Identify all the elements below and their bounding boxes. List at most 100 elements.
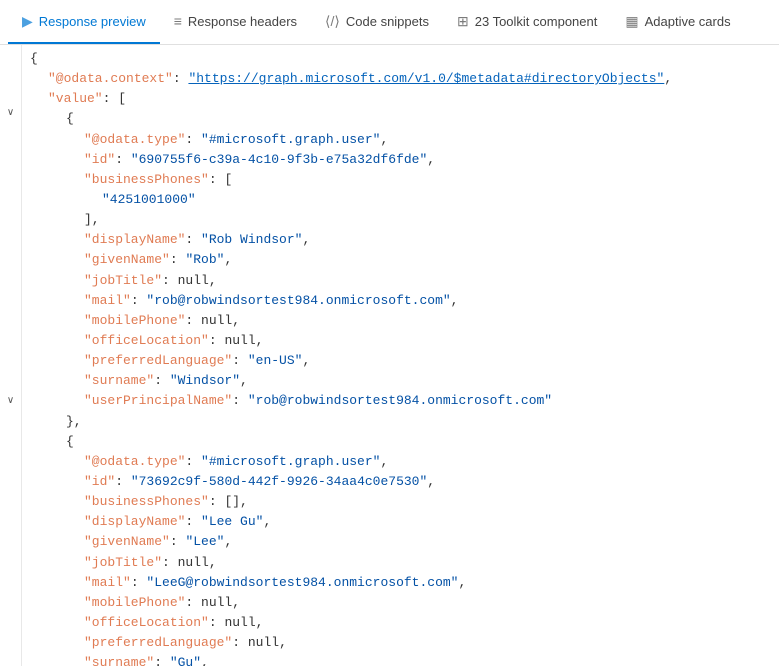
json-key: "id" — [84, 472, 115, 492]
gutter-chevron-row — [0, 121, 21, 139]
json-key: "businessPhones" — [84, 170, 209, 190]
bracket: { — [30, 49, 38, 69]
gutter-chevron-row — [0, 67, 21, 85]
json-line: "officeLocation": null, — [30, 331, 779, 351]
tab-response-preview[interactable]: ▶ Response preview — [8, 0, 160, 44]
tab-toolkit-component-label: 23 Toolkit component — [475, 14, 598, 29]
gutter-chevron-row — [0, 175, 21, 193]
json-value: "en-US" — [248, 351, 303, 371]
json-key: "mobilePhone" — [84, 311, 185, 331]
json-value: "Windsor" — [170, 371, 240, 391]
json-null-value: null — [248, 633, 279, 653]
chevron-down-icon: ∨ — [7, 395, 14, 406]
json-line: "@odata.context": "https://graph.microso… — [30, 69, 779, 89]
json-value: "rob@robwindsortest984.onmicrosoft.com" — [248, 391, 552, 411]
json-bracket: [ — [224, 170, 232, 190]
json-line: "businessPhones": [ — [30, 170, 779, 190]
json-line: "businessPhones": [], — [30, 492, 779, 512]
gutter-chevron-row — [0, 481, 21, 499]
tab-code-snippets-label: Code snippets — [346, 14, 429, 29]
bracket: { — [66, 109, 74, 129]
json-value: "Rob" — [185, 250, 224, 270]
json-line: "userPrincipalName": "rob@robwindsortest… — [30, 391, 779, 411]
json-line: "surname": "Windsor", — [30, 371, 779, 391]
tab-response-preview-label: Response preview — [39, 14, 146, 29]
json-line: "value": [ — [30, 89, 779, 109]
json-null-value: null — [178, 553, 209, 573]
json-line: "@odata.type": "#microsoft.graph.user", — [30, 452, 779, 472]
json-key: "mail" — [84, 291, 131, 311]
json-line: "displayName": "Lee Gu", — [30, 512, 779, 532]
gutter-chevron-row — [0, 265, 21, 283]
json-value: "#microsoft.graph.user" — [201, 452, 380, 472]
json-key: "jobTitle" — [84, 553, 162, 573]
response-headers-icon: ≡ — [174, 13, 182, 29]
json-line: "officeLocation": null, — [30, 613, 779, 633]
json-key: "preferredLanguage" — [84, 633, 232, 653]
json-key: "givenName" — [84, 250, 170, 270]
json-key: "jobTitle" — [84, 271, 162, 291]
chevron-down-icon: ∨ — [7, 107, 14, 118]
json-value: "Lee Gu" — [201, 512, 263, 532]
gutter-chevron-row — [0, 589, 21, 607]
json-line: "id": "690755f6-c39a-4c10-9f3b-e75a32df6… — [30, 150, 779, 170]
tab-response-headers[interactable]: ≡ Response headers — [160, 0, 311, 44]
json-line: "@odata.type": "#microsoft.graph.user", — [30, 130, 779, 150]
json-key: "displayName" — [84, 512, 185, 532]
json-key: "mobilePhone" — [84, 593, 185, 613]
gutter-chevron-row — [0, 139, 21, 157]
gutter: ∨ ∨ — [0, 45, 22, 666]
gutter-chevron-row[interactable]: ∨ — [0, 103, 21, 121]
json-key: "value" — [48, 89, 103, 109]
json-value: "4251001000" — [102, 190, 196, 210]
gutter-chevron-row — [0, 571, 21, 589]
gutter-chevron-row[interactable]: ∨ — [0, 391, 21, 409]
gutter-chevron-row — [0, 355, 21, 373]
json-line: "surname": "Gu", — [30, 653, 779, 666]
tab-bar: ▶ Response preview ≡ Response headers ⟨/… — [0, 0, 779, 45]
json-key: "@odata.type" — [84, 130, 185, 150]
content-area: ∨ ∨ {"@odata.context": "https://graph.mi… — [0, 45, 779, 666]
json-line: "mobilePhone": null, — [30, 311, 779, 331]
gutter-chevron-row — [0, 301, 21, 319]
gutter-chevron-row — [0, 535, 21, 553]
json-key: "mail" — [84, 573, 131, 593]
gutter-chevron-row — [0, 409, 21, 427]
json-null-value: null — [201, 593, 232, 613]
bracket: { — [66, 432, 74, 452]
tab-code-snippets[interactable]: ⟨/⟩ Code snippets — [311, 0, 443, 44]
gutter-chevron-row — [0, 499, 21, 517]
toolkit-component-icon: ⊞ — [457, 13, 469, 30]
bracket: ], — [84, 210, 100, 230]
tab-toolkit-component[interactable]: ⊞ 23 Toolkit component — [443, 0, 611, 44]
json-key: "userPrincipalName" — [84, 391, 232, 411]
json-line: "preferredLanguage": null, — [30, 633, 779, 653]
tab-adaptive-cards[interactable]: ▦ Adaptive cards — [611, 0, 744, 44]
json-line: }, — [30, 412, 779, 432]
gutter-chevron-row — [0, 229, 21, 247]
json-null-value: null — [224, 331, 255, 351]
json-line: ], — [30, 210, 779, 230]
response-preview-icon: ▶ — [22, 13, 33, 30]
adaptive-cards-icon: ▦ — [625, 13, 638, 30]
gutter-chevron-row — [0, 373, 21, 391]
gutter-chevron-row — [0, 607, 21, 625]
json-key: "surname" — [84, 653, 154, 666]
json-value: "rob@robwindsortest984.onmicrosoft.com" — [146, 291, 450, 311]
gutter-chevron-row — [0, 319, 21, 337]
gutter-chevron-row — [0, 247, 21, 265]
gutter-chevron-row — [0, 463, 21, 481]
gutter-chevron-row — [0, 553, 21, 571]
json-value: "#microsoft.graph.user" — [201, 130, 380, 150]
gutter-chevron-row — [0, 445, 21, 463]
gutter-chevron-row — [0, 49, 21, 67]
json-value: "LeeG@robwindsortest984.onmicrosoft.com" — [146, 573, 458, 593]
json-null-value: null — [201, 311, 232, 331]
gutter-chevron-row — [0, 517, 21, 535]
json-key: "officeLocation" — [84, 613, 209, 633]
json-panel[interactable]: {"@odata.context": "https://graph.micros… — [22, 45, 779, 666]
json-link-value[interactable]: "https://graph.microsoft.com/v1.0/$metad… — [188, 69, 664, 89]
json-line: "mobilePhone": null, — [30, 593, 779, 613]
tab-response-headers-label: Response headers — [188, 14, 297, 29]
json-line: "4251001000" — [30, 190, 779, 210]
